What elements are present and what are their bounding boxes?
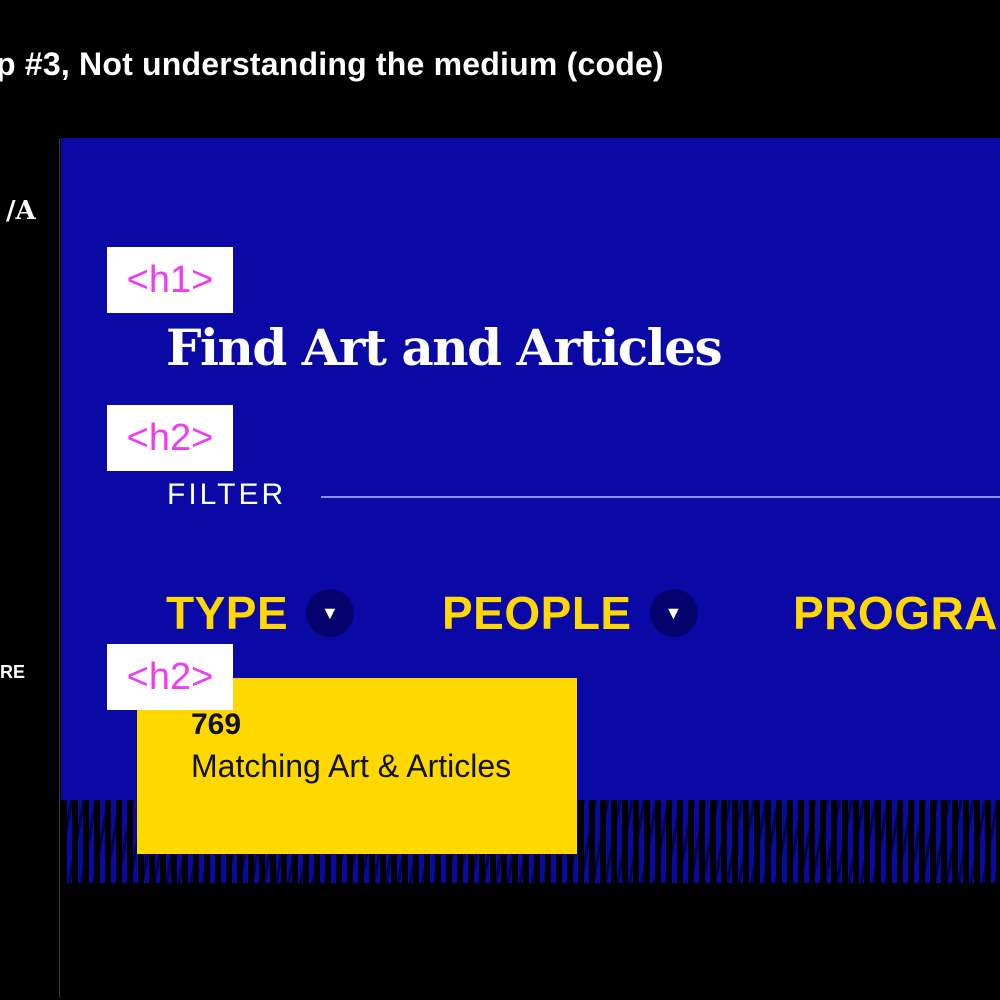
filter-program-label: PROGRA bbox=[793, 587, 998, 639]
h2-annotation-tag: <h2> bbox=[107, 644, 233, 710]
filter-program-button[interactable]: PROGRA bbox=[793, 586, 998, 640]
filter-people-button[interactable]: PEOPLE ▼ bbox=[442, 586, 698, 640]
results-count: 769 bbox=[191, 708, 242, 741]
h1-annotation-tag: <h1> bbox=[107, 247, 233, 313]
filter-heading: FILTER bbox=[167, 478, 287, 511]
filter-type-button[interactable]: TYPE ▼ bbox=[166, 586, 355, 640]
filter-type-label: TYPE bbox=[166, 587, 289, 639]
site-logo[interactable]: /A bbox=[6, 196, 36, 226]
h2-annotation-tag: <h2> bbox=[107, 405, 233, 471]
caret-down-icon[interactable]: ▼ bbox=[649, 589, 698, 637]
filter-people-label: PEOPLE bbox=[442, 587, 632, 639]
page-heading: Find Art and Articles bbox=[166, 318, 723, 377]
slide-title: p #3, Not understanding the medium (code… bbox=[0, 46, 664, 82]
filter-divider bbox=[321, 496, 1000, 498]
left-divider bbox=[59, 138, 60, 998]
left-nav-text[interactable]: RE bbox=[0, 662, 25, 683]
results-label: Matching Art & Articles bbox=[191, 748, 512, 784]
caret-down-icon[interactable]: ▼ bbox=[306, 589, 355, 637]
